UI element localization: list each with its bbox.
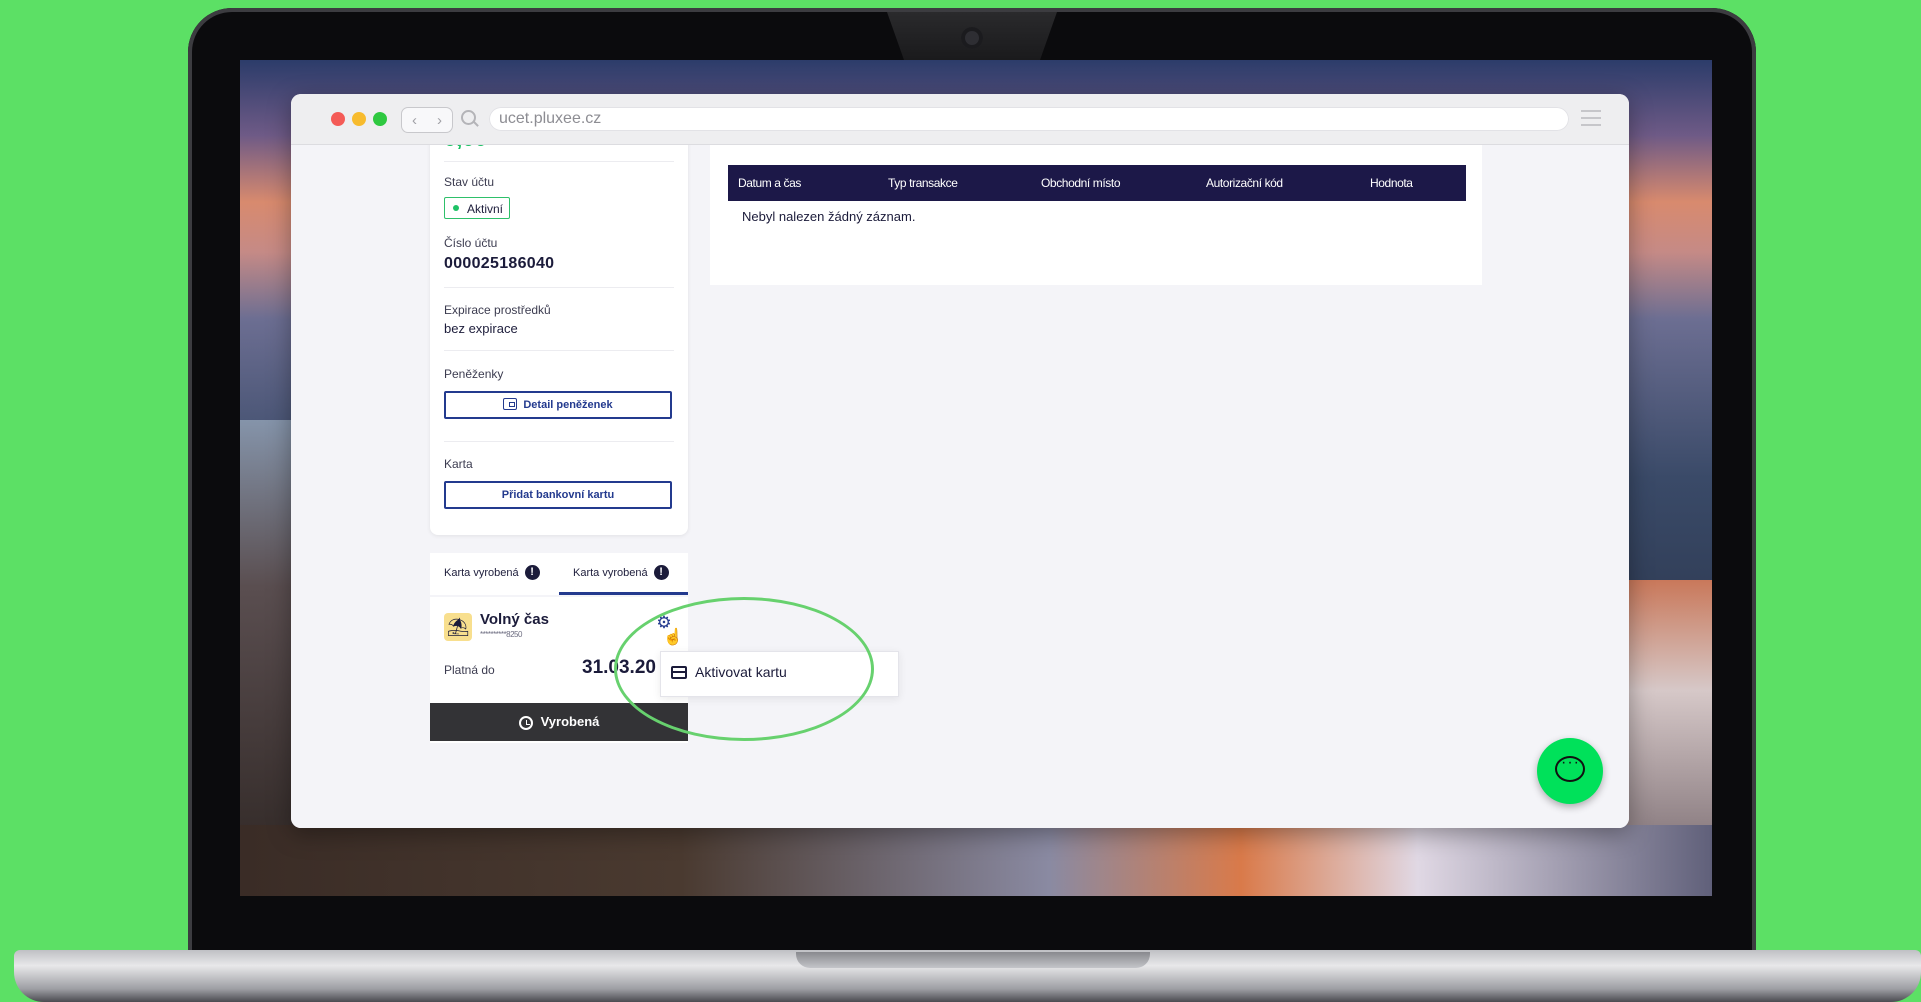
card-masked-number: **********8250 xyxy=(480,630,522,639)
wallpaper-mountain-bottom xyxy=(240,825,1712,896)
wallet-icon xyxy=(503,398,518,410)
chat-icon xyxy=(1555,754,1585,782)
maximize-window-button[interactable] xyxy=(373,112,387,126)
empty-state-message: Nebyl nalezen žádný záznam. xyxy=(742,209,916,224)
browser-window: ‹ › ucet.pluxee.cz 0,00 Stav účtu Aktivn… xyxy=(291,94,1629,828)
divider xyxy=(444,441,674,442)
expiry-label: Expirace prostředků xyxy=(444,303,551,317)
wallet-detail-button[interactable]: Detail peněženek xyxy=(444,391,672,419)
close-window-button[interactable] xyxy=(331,112,345,126)
alert-icon: ! xyxy=(653,565,669,580)
card-title: Volný čas xyxy=(480,611,549,628)
status-value: Aktivní xyxy=(467,202,504,216)
column-header: Autorizační kód xyxy=(1206,176,1283,190)
tab-card-1[interactable]: Karta vyrobená! xyxy=(430,553,559,595)
card-label: Karta xyxy=(444,457,473,471)
account-number-label: Číslo účtu xyxy=(444,236,498,250)
expiry-value: bez expirace xyxy=(444,321,518,336)
highlight-ellipse xyxy=(614,597,874,741)
laptop-groove xyxy=(796,952,1150,968)
transactions-table-header: Datum a čas Typ transakce Obchodní místo… xyxy=(728,165,1466,201)
tab-label: Karta vyrobená xyxy=(444,567,519,579)
search-icon xyxy=(461,110,476,125)
wallet-detail-label: Detail peněženek xyxy=(523,399,613,411)
column-header: Typ transakce xyxy=(888,176,958,190)
balance-cut-off: 0,00 xyxy=(444,145,504,149)
address-bar[interactable]: ucet.pluxee.cz xyxy=(489,107,1569,131)
card-tabs: Karta vyrobená! Karta vyrobená! xyxy=(430,553,688,595)
back-button[interactable]: ‹ xyxy=(403,112,427,129)
column-header: Obchodní místo xyxy=(1041,176,1121,190)
camera-icon xyxy=(961,27,983,49)
column-header: Hodnota xyxy=(1370,176,1413,190)
wallets-label: Peněženky xyxy=(444,367,504,381)
add-bank-card-button[interactable]: Přidat bankovní kartu xyxy=(444,481,672,509)
valid-until-label: Platná do xyxy=(444,663,495,677)
beach-umbrella-icon: ⛱ xyxy=(444,613,472,641)
status-dot-icon xyxy=(453,205,459,211)
divider xyxy=(444,350,674,351)
account-details-card: 0,00 Stav účtu Aktivní Číslo účtu 000025… xyxy=(430,145,688,535)
column-header: Datum a čas xyxy=(738,176,801,190)
account-number: 000025186040 xyxy=(444,255,555,272)
alert-icon: ! xyxy=(524,565,540,580)
hamburger-menu-icon[interactable] xyxy=(1581,110,1601,128)
page-content: 0,00 Stav účtu Aktivní Číslo účtu 000025… xyxy=(291,145,1629,828)
transactions-panel: Datum a čas Typ transakce Obchodní místo… xyxy=(710,145,1482,285)
history-nav: ‹ › xyxy=(401,107,453,133)
browser-titlebar: ‹ › ucet.pluxee.cz xyxy=(291,94,1629,145)
clock-icon xyxy=(518,716,533,730)
card-status-label: Vyrobená xyxy=(540,714,600,729)
chat-button[interactable] xyxy=(1537,738,1603,804)
forward-button[interactable]: › xyxy=(428,112,452,129)
tab-label: Karta vyrobená xyxy=(573,567,648,579)
divider xyxy=(444,161,674,162)
minimize-window-button[interactable] xyxy=(352,112,366,126)
status-badge: Aktivní xyxy=(444,197,511,219)
divider xyxy=(444,287,674,288)
status-label: Stav účtu xyxy=(444,175,495,189)
tab-card-2[interactable]: Karta vyrobená! xyxy=(559,553,688,595)
